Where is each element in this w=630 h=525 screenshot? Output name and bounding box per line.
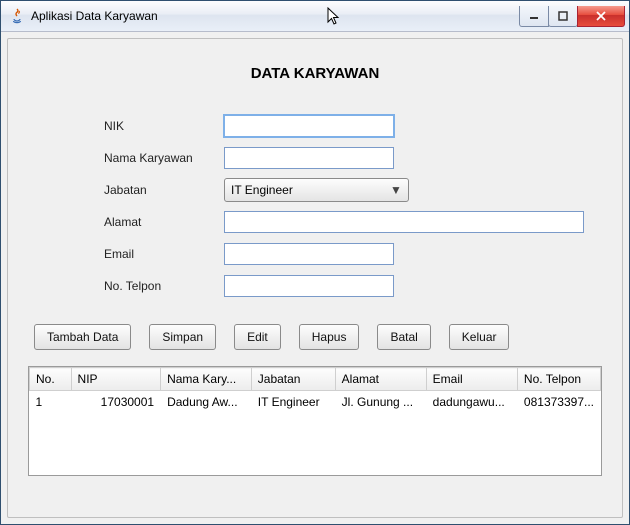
telpon-label: No. Telpon xyxy=(104,279,224,293)
nik-input[interactable] xyxy=(224,115,394,137)
employee-form: NIK Nama Karyawan Jabatan IT Engineer ▼ … xyxy=(104,110,602,302)
col-alamat[interactable]: Alamat xyxy=(335,368,426,391)
simpan-button[interactable]: Simpan xyxy=(149,324,216,350)
cell-telpon: 081373397... xyxy=(517,391,600,414)
edit-button[interactable]: Edit xyxy=(234,324,281,350)
col-jabatan[interactable]: Jabatan xyxy=(251,368,335,391)
batal-button[interactable]: Batal xyxy=(377,324,430,350)
table-header-row[interactable]: No. NIP Nama Kary... Jabatan Alamat Emai… xyxy=(30,368,601,391)
close-button[interactable] xyxy=(577,6,625,27)
col-nama[interactable]: Nama Kary... xyxy=(161,368,252,391)
email-input[interactable] xyxy=(224,243,394,265)
col-email[interactable]: Email xyxy=(426,368,517,391)
page-title: DATA KARYAWAN xyxy=(28,65,602,82)
alamat-label: Alamat xyxy=(104,215,224,229)
window-controls xyxy=(520,6,625,26)
titlebar[interactable]: Aplikasi Data Karyawan xyxy=(1,1,629,32)
java-icon xyxy=(9,8,25,24)
table-row[interactable]: 1 17030001 Dadung Aw... IT Engineer Jl. … xyxy=(30,391,601,414)
jabatan-label: Jabatan xyxy=(104,183,224,197)
employee-table[interactable]: No. NIP Nama Kary... Jabatan Alamat Emai… xyxy=(28,366,602,476)
jabatan-select[interactable]: IT Engineer ▼ xyxy=(224,178,409,202)
keluar-button[interactable]: Keluar xyxy=(449,324,510,350)
cell-nama: Dadung Aw... xyxy=(161,391,252,414)
app-window: Aplikasi Data Karyawan DATA KARYAWAN NIK… xyxy=(0,0,630,525)
cell-jabatan: IT Engineer xyxy=(251,391,335,414)
chevron-down-icon: ▼ xyxy=(388,183,404,197)
cell-alamat: Jl. Gunung ... xyxy=(335,391,426,414)
content-area: DATA KARYAWAN NIK Nama Karyawan Jabatan … xyxy=(1,32,629,524)
window-title: Aplikasi Data Karyawan xyxy=(31,9,520,23)
nama-input[interactable] xyxy=(224,147,394,169)
col-telpon[interactable]: No. Telpon xyxy=(517,368,600,391)
telpon-input[interactable] xyxy=(224,275,394,297)
email-label: Email xyxy=(104,247,224,261)
col-nip[interactable]: NIP xyxy=(71,368,161,391)
alamat-input[interactable] xyxy=(224,211,584,233)
hapus-button[interactable]: Hapus xyxy=(299,324,360,350)
maximize-button[interactable] xyxy=(548,6,578,27)
button-bar: Tambah Data Simpan Edit Hapus Batal Kelu… xyxy=(34,324,602,350)
cell-nip: 17030001 xyxy=(71,391,161,414)
cell-no: 1 xyxy=(30,391,72,414)
minimize-button[interactable] xyxy=(519,6,549,27)
nama-label: Nama Karyawan xyxy=(104,151,224,165)
tambah-data-button[interactable]: Tambah Data xyxy=(34,324,131,350)
col-no[interactable]: No. xyxy=(30,368,72,391)
cell-email: dadungawu... xyxy=(426,391,517,414)
nik-label: NIK xyxy=(104,119,224,133)
main-panel: DATA KARYAWAN NIK Nama Karyawan Jabatan … xyxy=(7,38,623,518)
jabatan-value: IT Engineer xyxy=(231,183,388,197)
